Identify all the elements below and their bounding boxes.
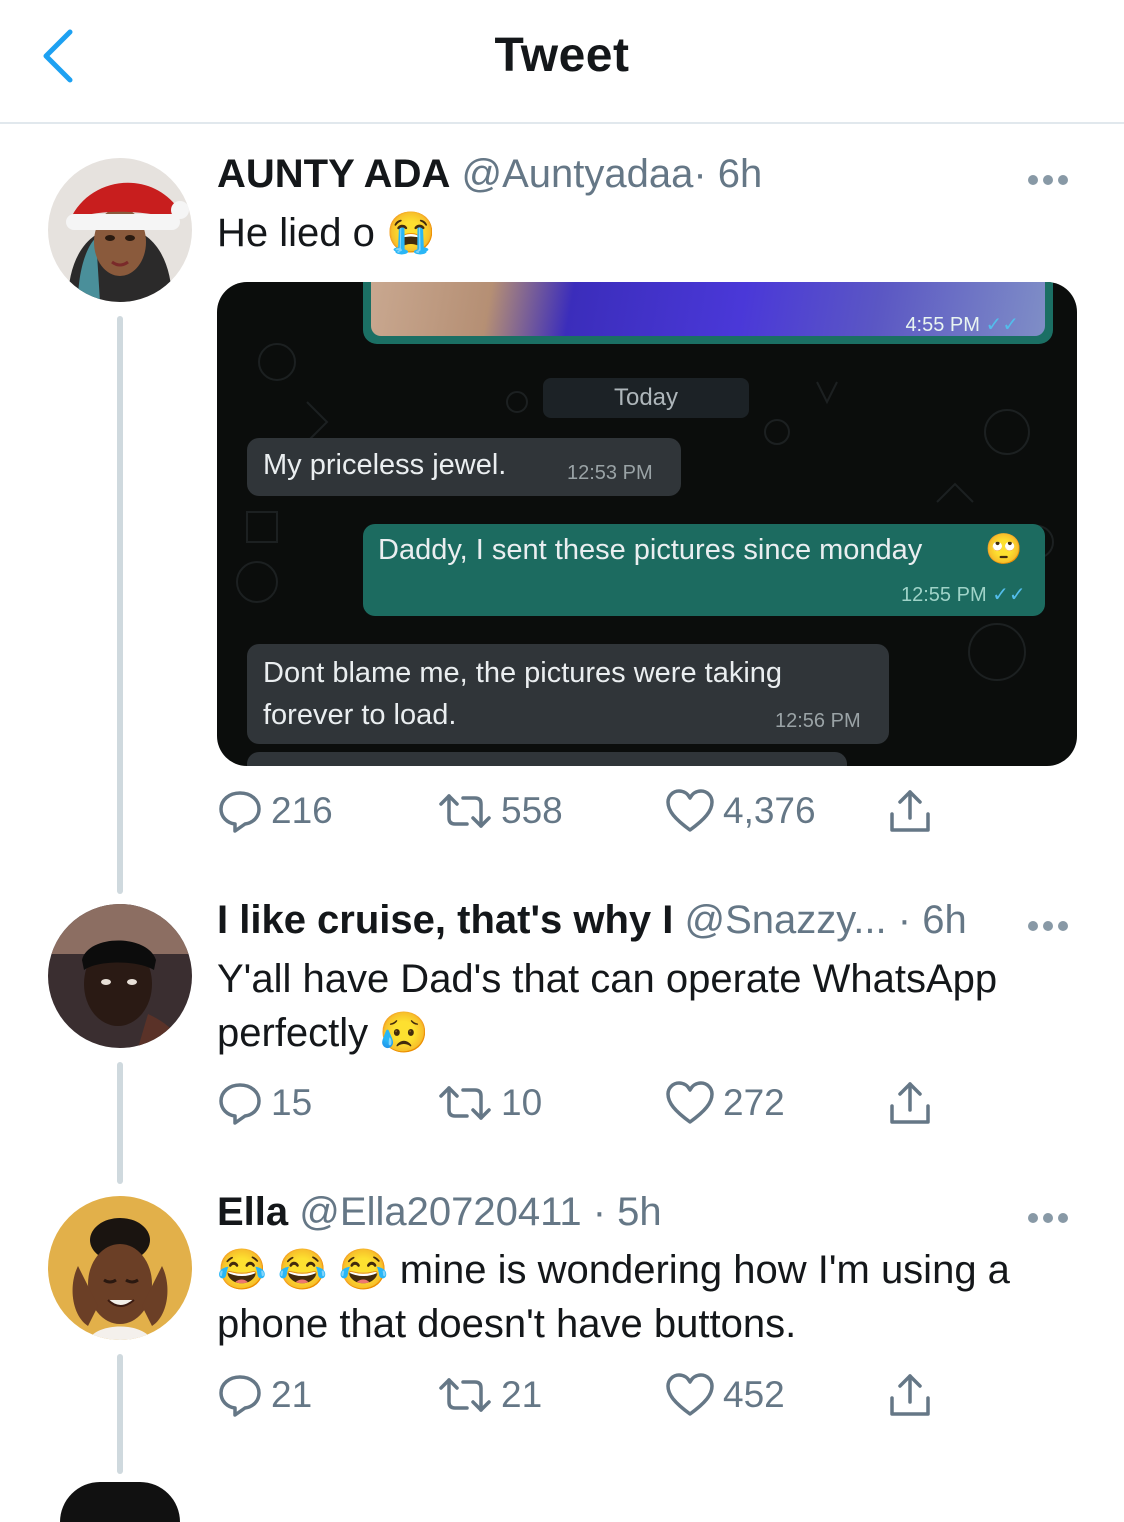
crying-face-emoji: 😭 xyxy=(386,211,436,255)
reply-button[interactable]: 15 xyxy=(217,1080,312,1126)
retweet-count: 558 xyxy=(501,790,563,831)
tweet-actions: 216 558 4,376 xyxy=(217,788,977,844)
whatsapp-image-message: 4:55 PM ✓✓ xyxy=(363,282,1053,344)
like-count: 4,376 xyxy=(723,790,816,831)
retweet-count: 10 xyxy=(501,1082,543,1123)
reply-count: 21 xyxy=(271,1374,313,1415)
like-count: 272 xyxy=(723,1082,785,1123)
like-button[interactable]: 272 xyxy=(665,1080,785,1126)
reply-icon xyxy=(219,1083,261,1125)
laughing-emoji: 😂 😂 😂 xyxy=(217,1248,389,1292)
tweet-text: He lied o 😭 xyxy=(217,211,436,255)
more-options-icon[interactable] xyxy=(1028,918,1074,932)
tweet-header: I like cruise, that's why I @Snazzy... ·… xyxy=(217,898,967,943)
avatar[interactable] xyxy=(48,1196,192,1340)
handle[interactable]: @Snazzy... xyxy=(684,898,886,942)
reply-button[interactable]: 21 xyxy=(217,1372,312,1418)
day-separator: Today xyxy=(543,378,749,418)
reply-icon xyxy=(219,1375,261,1417)
like-count: 452 xyxy=(723,1374,785,1415)
tweet-text: 😂 😂 😂 mine is wondering how I'm using a … xyxy=(217,1248,1010,1346)
share-button[interactable] xyxy=(887,788,933,834)
top-bar: Tweet xyxy=(0,0,1124,124)
tweet-actions: 15 10 272 xyxy=(217,1080,977,1136)
tweet-header: Ella @Ella20720411 · 5h xyxy=(217,1190,662,1235)
chat-bubble-incoming xyxy=(247,752,847,766)
share-button[interactable] xyxy=(887,1080,933,1126)
retweet-icon xyxy=(439,794,491,828)
chat-bubble-incoming: Dont blame me, the pictures were taking … xyxy=(247,644,889,744)
page-title: Tweet xyxy=(494,29,630,82)
share-icon xyxy=(890,1082,930,1124)
tweet-header: AUNTY ADA @Auntyadaa· 6h xyxy=(217,152,762,197)
more-options-icon[interactable] xyxy=(1028,172,1074,186)
reply-icon xyxy=(219,791,261,833)
reply-count: 216 xyxy=(271,790,333,831)
heart-icon xyxy=(666,1081,714,1124)
share-button[interactable] xyxy=(887,1372,933,1418)
avatar[interactable] xyxy=(48,158,192,302)
avatar[interactable] xyxy=(48,904,192,1048)
handle[interactable]: @Auntyadaa xyxy=(461,152,693,196)
display-name[interactable]: Ella xyxy=(217,1190,288,1234)
like-button[interactable]: 452 xyxy=(665,1372,785,1418)
share-icon xyxy=(890,1374,930,1416)
display-name[interactable]: I like cruise, that's why I xyxy=(217,898,673,942)
timestamp: · 6h xyxy=(897,898,967,942)
like-button[interactable]: 4,376 xyxy=(665,788,816,834)
retweet-button[interactable]: 558 xyxy=(437,788,563,834)
chat-bubble-outgoing: Daddy, I sent these pictures since monda… xyxy=(363,524,1045,616)
chat-bubble-incoming: My priceless jewel. 12:53 PM xyxy=(247,438,681,496)
thread-line xyxy=(117,1354,123,1474)
tweet-text: Y'all have Dad's that can operate WhatsA… xyxy=(217,957,998,1055)
retweet-icon xyxy=(439,1086,491,1120)
thread-line xyxy=(117,1062,123,1184)
handle[interactable]: @Ella20720411 xyxy=(299,1190,581,1234)
share-icon xyxy=(890,790,930,832)
avatar[interactable] xyxy=(60,1482,180,1522)
retweet-button[interactable]: 10 xyxy=(437,1080,542,1126)
retweet-count: 21 xyxy=(501,1374,543,1415)
heart-icon xyxy=(666,1373,714,1416)
reply-button[interactable]: 216 xyxy=(217,788,333,834)
eye-roll-emoji: 🙄 xyxy=(985,533,1023,566)
display-name[interactable]: AUNTY ADA xyxy=(217,152,450,196)
more-options-icon[interactable] xyxy=(1028,1210,1074,1224)
tweet-actions: 21 21 452 xyxy=(217,1372,977,1428)
retweet-button[interactable]: 21 xyxy=(437,1372,542,1418)
timestamp: · 5h xyxy=(592,1190,662,1234)
tweet-media-image[interactable]: 4:55 PM ✓✓ Today My priceless jewel. 12:… xyxy=(217,282,1077,766)
heart-icon xyxy=(666,789,714,832)
retweet-icon xyxy=(439,1378,491,1412)
reply-count: 15 xyxy=(271,1082,313,1123)
timestamp: · 6h xyxy=(693,152,763,196)
sad-face-emoji: 😥 xyxy=(379,1011,430,1055)
thread-line xyxy=(117,316,123,894)
